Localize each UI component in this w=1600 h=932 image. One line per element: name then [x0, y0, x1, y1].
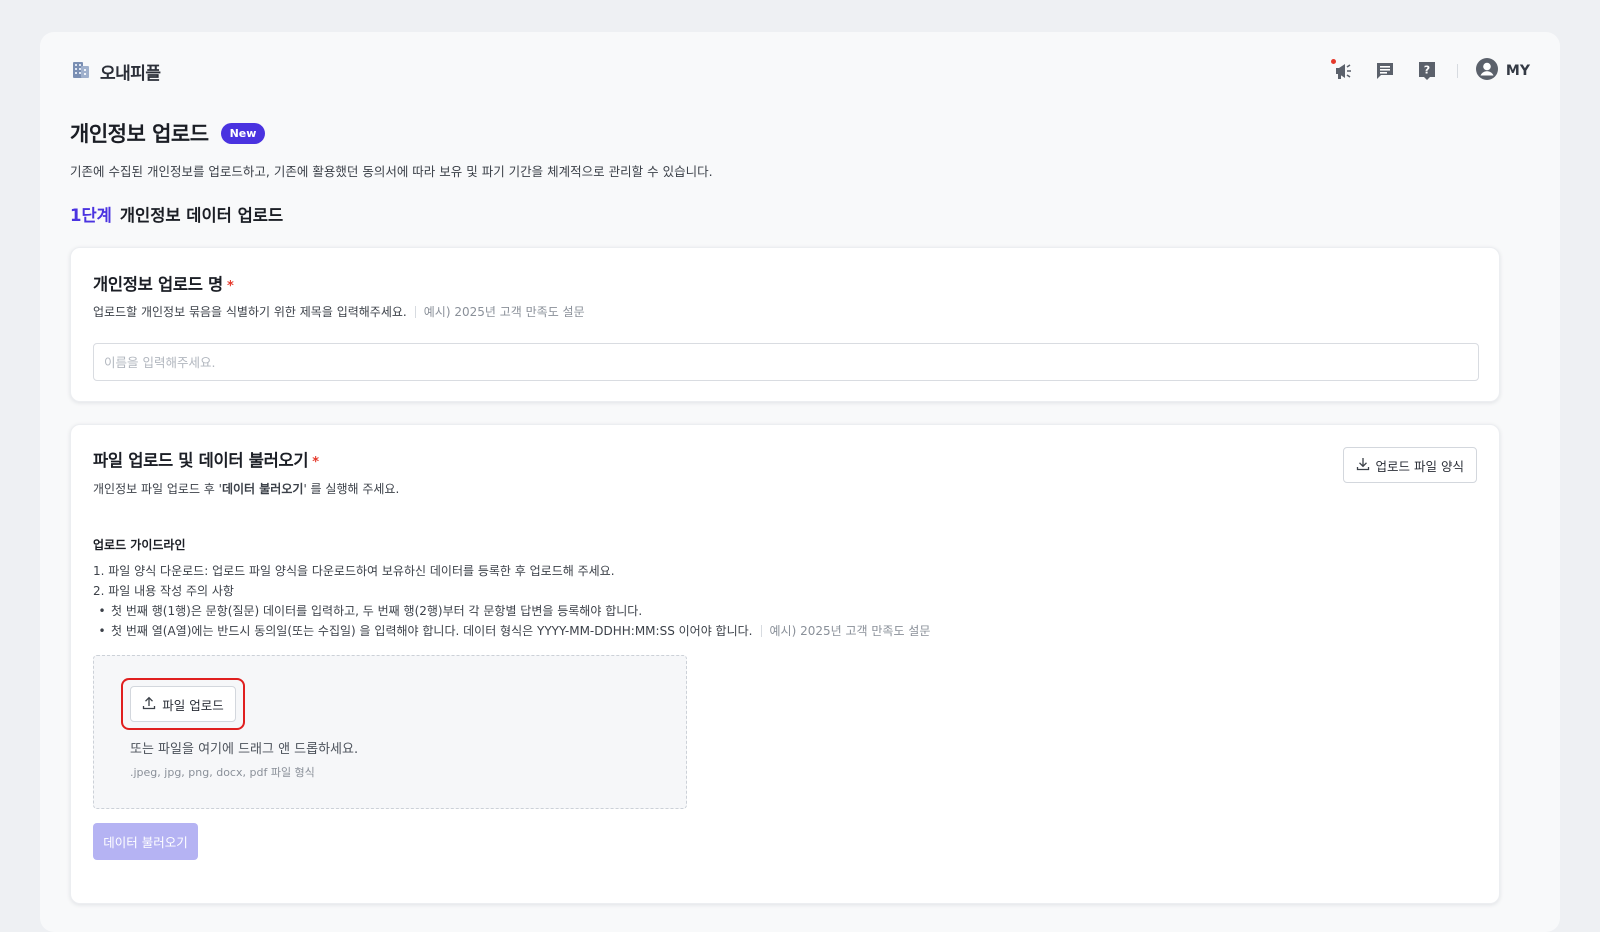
avatar-icon — [1475, 58, 1498, 84]
upload-name-card: 개인정보 업로드 명 * 업로드할 개인정보 묶음을 식별하기 위한 제목을 입력… — [70, 247, 1500, 402]
upload-name-example: 예시) 2025년 고객 만족도 설문 — [423, 305, 585, 319]
step-heading: 1단계 개인정보 데이터 업로드 — [70, 202, 283, 226]
download-template-button[interactable]: 업로드 파일 양식 — [1342, 447, 1477, 483]
file-upload-button[interactable]: 파일 업로드 — [130, 686, 236, 722]
notification-dot — [1330, 59, 1336, 64]
step-title: 개인정보 데이터 업로드 — [119, 206, 284, 225]
upload-name-subtitle: 업로드할 개인정보 묶음을 식별하기 위한 제목을 입력해주세요. 예시) 20… — [93, 303, 585, 320]
svg-text:?: ? — [1424, 64, 1430, 77]
new-badge: New — [220, 122, 266, 144]
page-description: 기존에 수집된 개인정보를 업로드하고, 기존에 활용했던 동의서에 따라 보유… — [70, 164, 713, 179]
upload-name-title-text: 개인정보 업로드 명 — [93, 275, 223, 294]
guide-list: 1. 파일 양식 다운로드: 업로드 파일 양식을 다운로드하여 보유하신 데이… — [93, 561, 930, 641]
upload-name-input[interactable] — [93, 343, 1479, 381]
message-icon[interactable] — [1373, 59, 1397, 83]
file-upload-label: 파일 업로드 — [162, 697, 224, 713]
megaphone-icon[interactable] — [1330, 59, 1355, 83]
guide-item-text: 첫 번째 행(1행)은 문항(질문) 데이터를 입력하고, 두 번째 행(2행)… — [111, 604, 643, 618]
allowed-formats: .jpeg, jpg, png, docx, pdf 파일 형식 — [130, 766, 315, 779]
subtitle-divider — [414, 305, 416, 318]
page-title: 개인정보 업로드 — [70, 122, 209, 146]
file-upload-card: 파일 업로드 및 데이터 불러오기 * 개인정보 파일 업로드 후 ' 데이터 불러… — [70, 424, 1500, 904]
bullet: • — [98, 604, 106, 618]
guide-item: • 첫 번째 열(A열)에는 반드시 동의일(또는 수집일) 을 입력해야 합니다… — [93, 621, 930, 641]
upload-name-help-text: 업로드할 개인정보 묶음을 식별하기 위한 제목을 입력해주세요. — [93, 305, 407, 319]
brand-name: 오내피플 — [100, 63, 161, 84]
guide-item: • 첫 번째 행(1행)은 문항(질문) 데이터를 입력하고, 두 번째 행(2행… — [93, 601, 930, 621]
required-mark: * — [226, 279, 234, 294]
my-label: MY — [1505, 63, 1530, 79]
file-dropzone[interactable]: 파일 업로드 또는 파일을 여기에 드래그 앤 드롭하세요. .jpeg, jp… — [93, 655, 687, 809]
subtitle-prefix: 개인정보 파일 업로드 후 ' — [93, 482, 222, 496]
file-upload-title: 파일 업로드 및 데이터 불러오기 * — [93, 447, 319, 471]
file-upload-title-text: 파일 업로드 및 데이터 불러오기 — [93, 451, 309, 470]
load-data-button[interactable]: 데이터 불러오기 — [93, 823, 198, 860]
subtitle-bold: 데이터 불러오기 — [221, 482, 304, 496]
drop-hint: 또는 파일을 여기에 드래그 앤 드롭하세요. — [130, 742, 359, 757]
upload-icon — [142, 696, 156, 713]
app-window: 오내피플 ? MY 개인정보 업로드 New 기존에 수집된 개인정보를 업로드… — [40, 32, 1560, 932]
subtitle-suffix: ' 를 실행해 주세요. — [303, 482, 400, 496]
guide-divider — [760, 625, 762, 637]
building-icon — [70, 58, 92, 84]
download-template-label: 업로드 파일 양식 — [1375, 458, 1464, 474]
help-icon[interactable]: ? — [1415, 59, 1439, 83]
page-title-row: 개인정보 업로드 New — [70, 118, 266, 148]
guide-example: 예시) 2025년 고객 만족도 설문 — [769, 624, 931, 638]
guide-title: 업로드 가이드라인 — [93, 538, 186, 552]
upload-name-title: 개인정보 업로드 명 * — [93, 271, 234, 295]
guide-item-text: 첫 번째 열(A열)에는 반드시 동의일(또는 수집일) 을 입력해야 합니다.… — [111, 624, 753, 638]
bullet: • — [98, 624, 106, 638]
guide-item-text: 2. 파일 내용 작성 주의 사항 — [93, 584, 234, 598]
header-actions: ? MY — [1330, 58, 1530, 84]
my-menu[interactable]: MY — [1475, 58, 1530, 84]
guide-item-text: 1. 파일 양식 다운로드: 업로드 파일 양식을 다운로드하여 보유하신 데이… — [93, 564, 615, 578]
download-icon — [1356, 457, 1370, 474]
step-number: 1단계 — [70, 206, 112, 225]
file-upload-subtitle: 개인정보 파일 업로드 후 ' 데이터 불러오기 ' 를 실행해 주세요. — [93, 480, 399, 497]
guide-item: 1. 파일 양식 다운로드: 업로드 파일 양식을 다운로드하여 보유하신 데이… — [93, 561, 930, 581]
guide-item: 2. 파일 내용 작성 주의 사항 — [93, 581, 930, 601]
header-divider — [1456, 64, 1458, 78]
brand[interactable]: 오내피플 — [70, 58, 161, 84]
top-bar: 오내피플 ? MY — [70, 56, 1530, 86]
required-mark: * — [312, 455, 319, 470]
